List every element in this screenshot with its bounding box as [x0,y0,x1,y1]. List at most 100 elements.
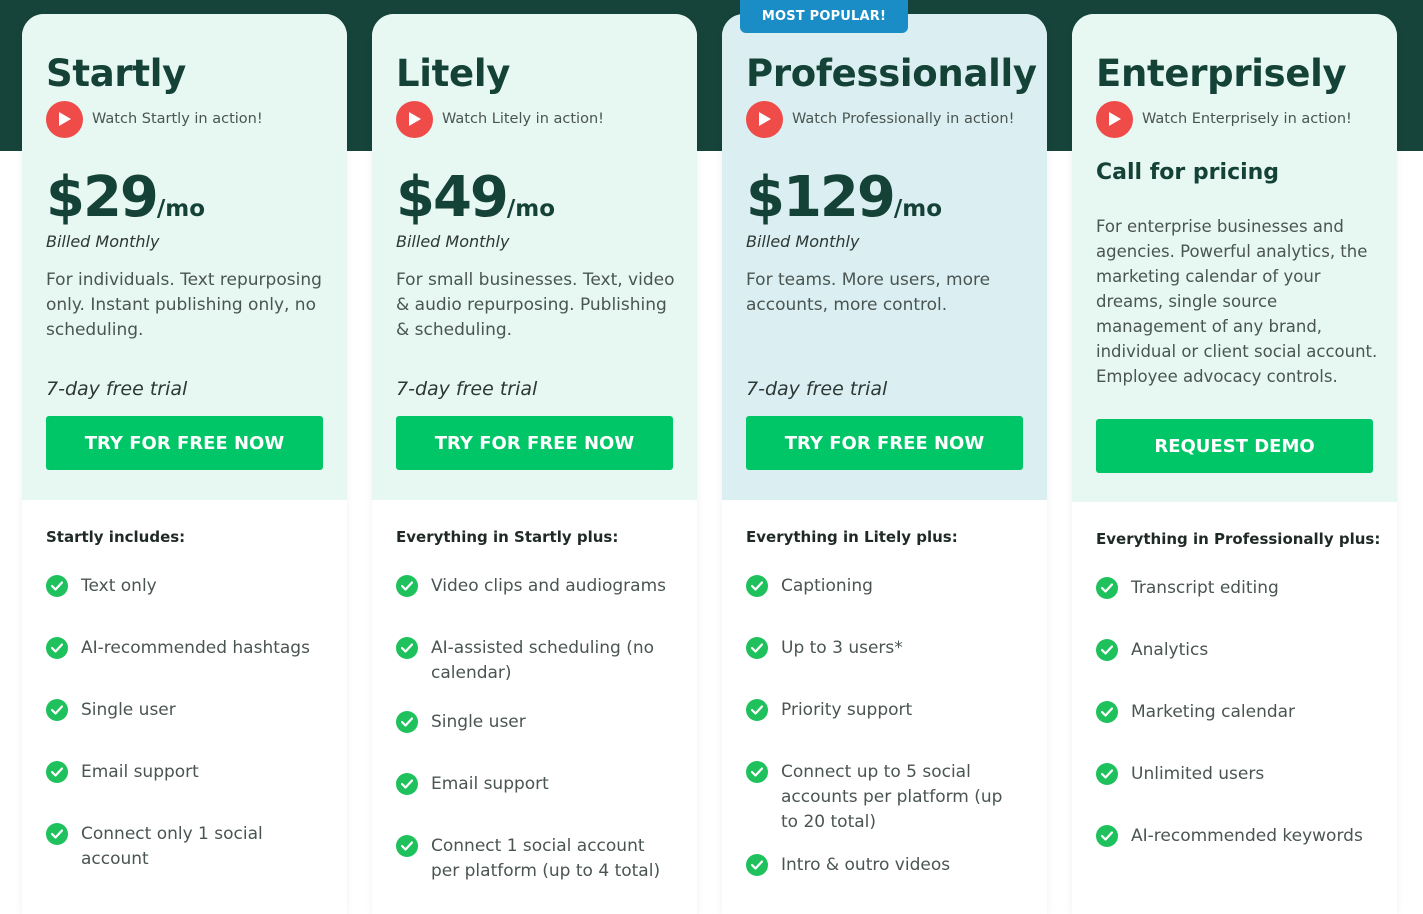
check-circle-icon [396,835,418,857]
price-unit: /mo [156,196,206,222]
feature-item: Connect up to 5 social accounts per plat… [746,760,1023,835]
feature-item: Single user [396,710,673,735]
feature-list: Text only AI-recommended hashtags Single… [46,574,323,872]
plan-name: Startly [46,52,186,95]
request-demo-button[interactable]: REQUEST DEMO [1096,419,1373,473]
watch-video-link[interactable]: Watch Startly in action! [46,100,263,138]
plan-card-litely: Litely Watch Litely in action! $49/mo Bi… [372,14,697,914]
watch-video-label: Watch Startly in action! [92,111,263,127]
check-circle-icon [46,575,68,597]
plan-description: For teams. More users, more accounts, mo… [746,270,991,315]
feature-item: Connect only 1 social account [46,822,323,872]
feature-text: Transcript editing [1131,578,1279,598]
card-header: Startly Watch Startly in action! $29/mo … [22,14,347,500]
check-circle-icon [746,699,768,721]
feature-text: Single user [81,700,176,720]
watch-video-link[interactable]: Watch Enterprisely in action! [1096,100,1352,138]
includes-heading: Everything in Professionally plus: [1096,530,1381,548]
feature-item: Connect 1 social account per platform (u… [396,834,673,884]
card-header: Litely Watch Litely in action! $49/mo Bi… [372,14,697,500]
feature-item: Video clips and audiograms [396,574,673,599]
check-circle-icon [396,711,418,733]
check-circle-icon [46,637,68,659]
check-circle-icon [46,761,68,783]
feature-list: Transcript editing Analytics Marketing c… [1096,576,1373,849]
check-circle-icon [396,773,418,795]
feature-section: Everything in Litely plus: Captioning Up… [722,500,1047,878]
check-circle-icon [46,823,68,845]
feature-item: Analytics [1096,638,1373,663]
feature-text: Connect 1 social account per platform (u… [431,836,661,881]
check-circle-icon [46,699,68,721]
check-circle-icon [746,575,768,597]
plan-name: Professionally [746,52,1037,95]
includes-heading: Everything in Litely plus: [746,528,958,546]
feature-text: Unlimited users [1131,764,1265,784]
feature-section: Everything in Startly plus: Video clips … [372,500,697,884]
feature-item: Intro & outro videos [746,853,1023,878]
try-free-button[interactable]: TRY FOR FREE NOW [746,416,1023,470]
feature-item: Email support [396,772,673,797]
plan-description: For small businesses. Text, video & audi… [396,270,675,340]
watch-video-link[interactable]: Watch Litely in action! [396,100,604,138]
price: $49/mo [396,166,555,230]
price: $129/mo [746,166,942,230]
call-for-pricing: Call for pricing [1096,160,1280,185]
try-free-button[interactable]: TRY FOR FREE NOW [396,416,673,470]
feature-section: Startly includes: Text only AI-recommend… [22,500,347,872]
check-circle-icon [1096,825,1118,847]
feature-text: Connect up to 5 social accounts per plat… [781,762,1003,832]
price-unit: /mo [506,196,556,222]
billing-period: Billed Monthly [46,232,160,251]
feature-list: Video clips and audiograms AI-assisted s… [396,574,673,884]
trial-note: 7-day free trial [746,378,888,400]
card-header: Professionally Watch Professionally in a… [722,14,1047,500]
feature-text: Video clips and audiograms [431,576,666,596]
most-popular-badge: MOST POPULAR! [740,0,908,33]
includes-heading: Everything in Startly plus: [396,528,619,546]
plan-description: For enterprise businesses and agencies. … [1096,217,1378,386]
feature-text: Intro & outro videos [781,855,951,875]
billing-period: Billed Monthly [396,232,510,251]
feature-text: AI-recommended keywords [1131,826,1363,846]
price: $29/mo [46,166,205,230]
feature-item: Unlimited users [1096,762,1373,787]
feature-item: Transcript editing [1096,576,1373,601]
feature-text: Captioning [781,576,873,596]
check-circle-icon [1096,577,1118,599]
play-icon [1096,100,1133,138]
feature-text: Email support [431,774,549,794]
trial-note: 7-day free trial [396,378,538,400]
check-circle-icon [396,637,418,659]
feature-item: Up to 3 users* [746,636,1023,661]
feature-text: Priority support [781,700,913,720]
card-header: Enterprisely Watch Enterprisely in actio… [1072,14,1397,502]
includes-heading: Startly includes: [46,528,186,546]
feature-text: Up to 3 users* [781,638,903,658]
plan-card-professionally: Professionally Watch Professionally in a… [722,14,1047,914]
feature-text: Text only [81,576,157,596]
watch-video-label: Watch Professionally in action! [792,111,1015,127]
feature-item: Captioning [746,574,1023,599]
feature-text: Email support [81,762,199,782]
plan-card-startly: Startly Watch Startly in action! $29/mo … [22,14,347,914]
play-icon [746,100,783,138]
watch-video-link[interactable]: Watch Professionally in action! [746,100,1014,138]
watch-video-label: Watch Enterprisely in action! [1142,111,1352,127]
check-circle-icon [746,854,768,876]
plan-name: Litely [396,52,511,95]
feature-text: Single user [431,712,526,732]
price-amount: $49 [396,165,509,230]
plan-description: For individuals. Text repurposing only. … [46,270,322,340]
feature-item: Text only [46,574,323,599]
check-circle-icon [746,761,768,783]
billing-period: Billed Monthly [746,232,860,251]
check-circle-icon [1096,701,1118,723]
trial-note: 7-day free trial [46,378,188,400]
feature-item: Priority support [746,698,1023,723]
try-free-button[interactable]: TRY FOR FREE NOW [46,416,323,470]
feature-text: Analytics [1131,640,1209,660]
price-amount: $29 [46,165,159,230]
feature-text: Connect only 1 social account [81,824,263,869]
feature-text: Marketing calendar [1131,702,1296,722]
